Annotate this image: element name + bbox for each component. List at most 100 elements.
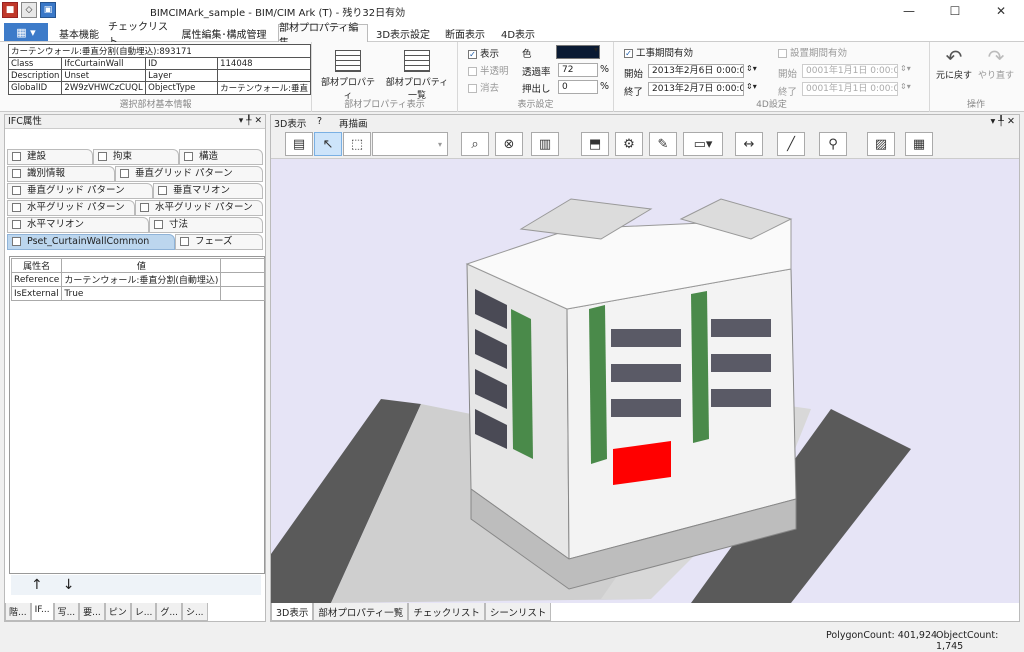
building-model[interactable] [271, 159, 1019, 603]
pset-tab[interactable]: 拘束 [93, 149, 179, 165]
erase-checkbox[interactable]: 消去 [468, 80, 499, 94]
bottom-tab[interactable]: シ... [181, 603, 208, 621]
quick-access-icon[interactable]: ▣ [40, 2, 56, 18]
bottom-tab[interactable]: 階... [5, 603, 31, 621]
checkbox-icon [12, 203, 21, 212]
image-settings-icon[interactable]: ⚙ [615, 132, 643, 156]
close-button[interactable]: ✕ [978, 0, 1024, 22]
transparency-input[interactable]: 72 [558, 63, 598, 77]
table-view-icon[interactable]: ▦ [905, 132, 933, 156]
arrow-up-icon[interactable]: ↑ [31, 577, 43, 593]
construction-end-input[interactable]: 2013年2月7日 0:00:00 [648, 82, 744, 96]
edit-icon[interactable]: ✎ [649, 132, 677, 156]
pset-tab[interactable]: フェーズ [175, 234, 263, 250]
view-select-dropdown[interactable]: ▾ [372, 132, 448, 156]
tab-4d-view[interactable]: 4D表示 [494, 24, 542, 42]
panel-controls[interactable]: ▾ ╀ ✕ [239, 115, 262, 128]
pset-tab[interactable]: 識別情報 [7, 166, 115, 182]
table-cell [220, 286, 265, 301]
column-header[interactable]: 値 [61, 258, 222, 273]
line-icon[interactable]: ╱ [777, 132, 805, 156]
view-tab-checklist[interactable]: チェックリスト [408, 603, 485, 621]
tab-section-view[interactable]: 断面表示 [440, 24, 490, 42]
pset-tab[interactable]: 水平グリッド パターン [7, 200, 135, 216]
view-tab-3d[interactable]: 3D表示 [271, 603, 314, 621]
tab-checklist[interactable]: チェックリスト [108, 22, 172, 48]
menu-redraw[interactable]: 再描画 [339, 116, 368, 130]
group-selected-info: カーテンウォール:垂直分割(自動埋込):893171 Class IfcCurt… [0, 42, 312, 112]
pset-tab[interactable]: 構造 [179, 149, 263, 165]
check-icon: ✓ [624, 49, 633, 58]
pset-tab[interactable]: 垂直マリオン [153, 183, 263, 199]
column-header[interactable]: 属性名 [10, 258, 63, 273]
bottom-tab[interactable]: 写... [53, 603, 80, 621]
table-row[interactable]: IsExternal True [10, 286, 265, 301]
bottom-tab-active[interactable]: IF... [30, 603, 54, 621]
view-tab-scene-list[interactable]: シーンリスト [484, 603, 552, 621]
bottom-tab[interactable]: 要... [79, 603, 105, 621]
redo-button[interactable]: ↷ やり直す [976, 46, 1016, 81]
building-icon[interactable]: ▥ [531, 132, 559, 156]
zoom-clear-icon[interactable]: ⊗ [495, 132, 523, 156]
semi-transparent-checkbox[interactable]: 半透明 [468, 63, 509, 77]
layout-icon[interactable]: ▤ [285, 132, 313, 156]
member-property-list-button[interactable]: 部材プロパティ一覧 [382, 46, 452, 101]
extrude-input[interactable]: 0 [558, 80, 598, 94]
pset-tab[interactable]: 垂直グリッド パターン [115, 166, 263, 182]
spinner-icon[interactable]: ⇕▾ [900, 64, 911, 73]
spinner-icon[interactable]: ⇕▾ [900, 82, 911, 91]
show-checkbox[interactable]: ✓ 表示 [468, 46, 499, 60]
annotation-icon[interactable]: ▭▾ [683, 132, 723, 156]
pset-tab[interactable]: 垂直グリッド パターン [7, 183, 153, 199]
measure-distance-icon[interactable]: ↔ [735, 132, 763, 156]
pset-tab[interactable]: 水平マリオン [7, 217, 149, 233]
tab-basic[interactable]: 基本機能 [54, 24, 104, 42]
bottom-tab[interactable]: ピン [104, 603, 131, 621]
zoom-icon[interactable]: ⌕ [461, 132, 489, 156]
spinner-icon[interactable]: ⇕▾ [746, 82, 757, 91]
image-export-icon[interactable]: ⬒ [581, 132, 609, 156]
pin-icon[interactable]: ⚲ [819, 132, 847, 156]
redo-label: やり直す [977, 71, 1014, 81]
pset-label: Pset_CurtainWallCommon [27, 236, 150, 247]
install-period-checkbox[interactable]: 設置期間有効 [778, 45, 847, 59]
panel-controls[interactable]: ▾ ╀ ✕ [991, 116, 1016, 127]
table-row[interactable]: Reference カーテンウォール:垂直分割(自動埋込) [10, 272, 265, 287]
undo-button[interactable]: ↶ 元に戻す [934, 46, 974, 81]
pointer-icon[interactable]: ↖ [314, 132, 342, 156]
menu-3d-view[interactable]: 3D表示 [274, 116, 306, 130]
install-end-label: 終了 [778, 87, 798, 98]
spinner-icon[interactable]: ⇕▾ [746, 64, 757, 73]
pset-tab[interactable]: 建設 [7, 149, 93, 165]
chevron-down-icon[interactable]: ▾ [594, 45, 598, 54]
menu-help[interactable]: ? [317, 116, 322, 127]
view-tab-property-list[interactable]: 部材プロパティ一覧 [313, 603, 409, 621]
tab-member-property-edit[interactable]: 部材プロパティ編集 [278, 23, 368, 49]
column-header[interactable] [220, 258, 265, 273]
group-label-4d-settings: 4D設定 [756, 100, 787, 110]
tab-3d-display-settings[interactable]: 3D表示設定 [372, 24, 434, 42]
install-end-input[interactable]: 0001年1月1日 0:00:00 [802, 82, 898, 96]
group-label-property-display: 部材プロパティ表示 [344, 100, 425, 110]
picture-icon[interactable]: ▨ [867, 132, 895, 156]
ifc-attribute-panel: IFC属性 ▾ ╀ ✕ 建設 拘束 構造 識別情報 垂直グリッド パターン 垂直… [4, 114, 266, 622]
maximize-button[interactable]: ☐ [932, 0, 978, 22]
pset-tab[interactable]: 水平グリッド パターン [135, 200, 263, 216]
construction-start-input[interactable]: 2013年2月6日 0:00:00 [648, 64, 744, 78]
checkbox-icon [120, 169, 129, 178]
arrow-down-icon[interactable]: ↓ [63, 577, 75, 593]
member-property-button[interactable]: 部材プロパティ [320, 46, 376, 101]
tab-attribute-edit[interactable]: 属性編集･構成管理 [176, 24, 272, 42]
cube-icon[interactable]: ◇ [21, 2, 37, 18]
3d-viewport[interactable] [271, 159, 1019, 603]
pset-tab-active[interactable]: Pset_CurtainWallCommon [7, 234, 175, 250]
box-select-icon[interactable]: ⬚ [343, 132, 371, 156]
bottom-tab[interactable]: レ... [130, 603, 157, 621]
pset-tab[interactable]: 寸法 [149, 217, 263, 233]
install-start-input[interactable]: 0001年1月1日 0:00:00 [802, 64, 898, 78]
file-menu-button[interactable]: ▦ ▾ [4, 23, 48, 41]
construction-period-checkbox[interactable]: ✓ 工事期間有効 [624, 45, 693, 59]
minimize-button[interactable]: — [886, 0, 932, 22]
view-menu-bar: 3D表示 ? 再描画 ▾ ╀ ✕ [271, 115, 1019, 130]
bottom-tab[interactable]: グ... [156, 603, 182, 621]
